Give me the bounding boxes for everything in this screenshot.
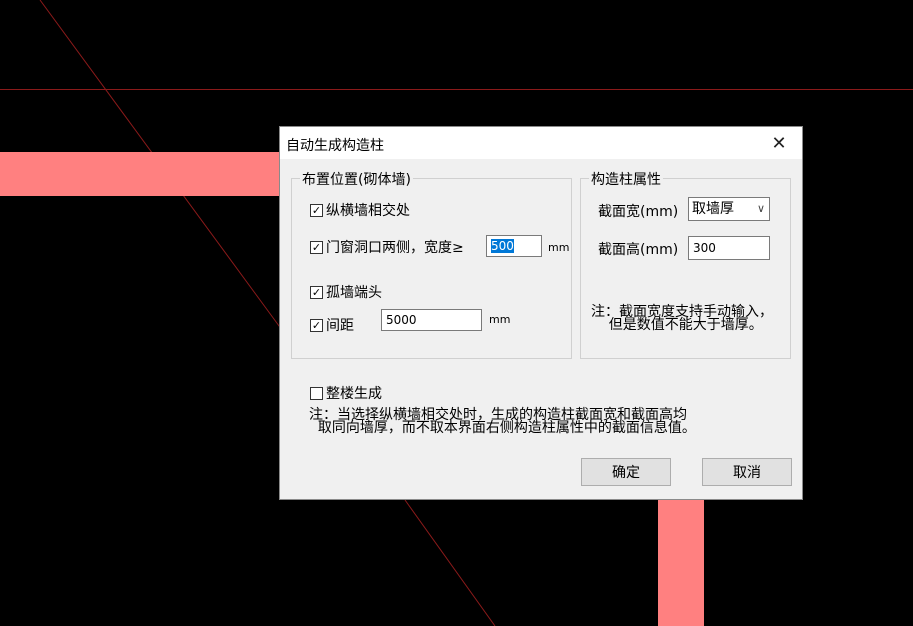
auto-generate-column-dialog: 自动生成构造柱 ✕ 布置位置(砌体墙) ✓ 纵横墙相交处 ✓ 门窗洞口两侧，宽度… — [279, 126, 803, 500]
checkbox-icon: ✓ — [310, 285, 323, 299]
close-icon: ✕ — [771, 132, 787, 154]
cad-wall-vertical — [658, 494, 704, 626]
spacing-input[interactable]: 5000 — [381, 309, 482, 331]
checkbox-icon: ✓ — [310, 240, 323, 254]
chevron-down-icon: ∨ — [756, 202, 765, 215]
cancel-button[interactable]: 取消 — [702, 458, 792, 486]
close-button[interactable]: ✕ — [756, 127, 802, 159]
opt-end-label: 孤墙端头 — [326, 285, 382, 301]
bottom-note: 注：当选择纵横墙相交处时，生成的构造柱截面宽和截面高均 取同向墙厚，而不取本界面… — [309, 407, 696, 436]
opening-width-input[interactable]: 500 — [486, 235, 542, 257]
section-height-input[interactable]: 300 — [688, 236, 770, 260]
column-properties-title: 构造柱属性 — [589, 169, 663, 189]
placement-group-title: 布置位置(砌体墙) — [300, 169, 413, 189]
whole-building-label: 整楼生成 — [326, 386, 382, 402]
section-width-select[interactable]: 取墙厚 ∨ — [688, 197, 770, 221]
whole-building-checkbox[interactable]: ✓ 整楼生成 — [310, 383, 382, 403]
section-width-value: 取墙厚 — [692, 201, 734, 217]
opt-spacing-checkbox[interactable]: ✓ 间距 — [310, 315, 354, 335]
opt-cross-checkbox[interactable]: ✓ 纵横墙相交处 — [310, 200, 410, 220]
checkbox-icon: ✓ — [310, 386, 323, 400]
checkbox-icon: ✓ — [310, 318, 323, 332]
column-properties-note: 注：截面宽度支持手动输入， 但是数值不能大于墙厚。 — [591, 304, 773, 333]
opt-spacing-label: 间距 — [326, 318, 354, 334]
section-height-label: 截面高(mm) — [598, 242, 679, 258]
column-properties-group: 构造柱属性 截面宽(mm) 取墙厚 ∨ 截面高(mm) 300 注：截面宽度支持… — [580, 169, 791, 359]
opt-end-checkbox[interactable]: ✓ 孤墙端头 — [310, 282, 382, 302]
checkbox-icon: ✓ — [310, 203, 323, 217]
opening-width-value: 500 — [491, 239, 514, 253]
placement-group: 布置位置(砌体墙) ✓ 纵横墙相交处 ✓ 门窗洞口两侧，宽度≥ 500 mm ✓… — [291, 169, 572, 359]
dialog-titlebar[interactable]: 自动生成构造柱 ✕ — [280, 127, 802, 159]
opening-width-unit: mm — [548, 241, 570, 254]
opt-cross-label: 纵横墙相交处 — [326, 203, 410, 219]
spacing-unit: mm — [489, 313, 511, 326]
dialog-title: 自动生成构造柱 — [286, 138, 384, 154]
ok-button[interactable]: 确定 — [581, 458, 671, 486]
opt-opening-label: 门窗洞口两侧，宽度≥ — [326, 240, 464, 256]
section-width-label: 截面宽(mm) — [598, 204, 679, 220]
opt-opening-checkbox[interactable]: ✓ 门窗洞口两侧，宽度≥ — [310, 237, 464, 257]
